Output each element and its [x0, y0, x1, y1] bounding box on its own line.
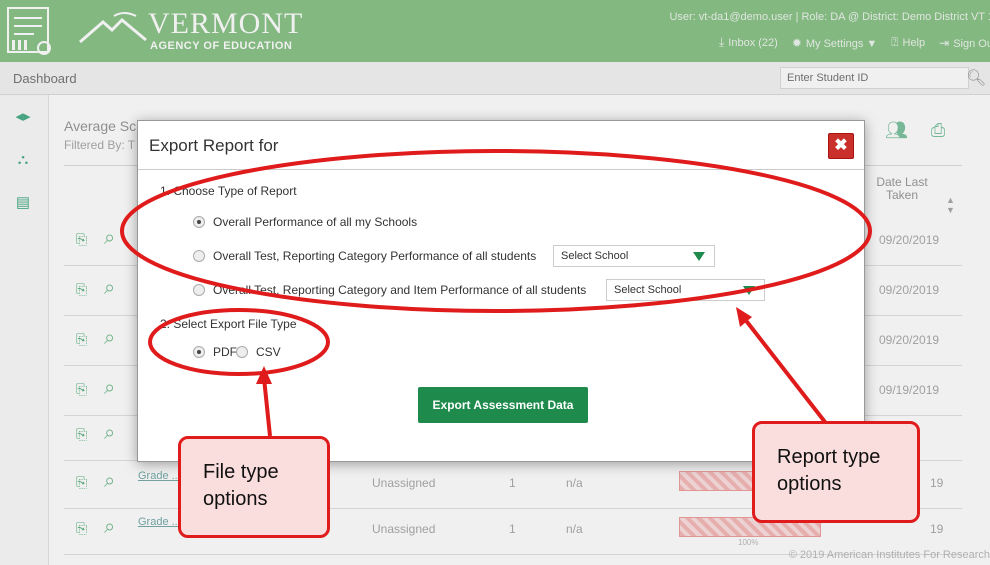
- step2-label: 2. Select Export File Type: [160, 317, 297, 331]
- dropdown-arrow-icon: [693, 252, 705, 261]
- report-type-callout: Report type options: [752, 421, 920, 523]
- export-assessment-data-button[interactable]: Export Assessment Data: [418, 387, 588, 423]
- report-option-overall[interactable]: Overall Performance of all my Schools: [193, 215, 417, 229]
- file-type-csv[interactable]: CSV: [236, 345, 281, 359]
- step1-label: 1. Choose Type of Report: [160, 184, 297, 198]
- radio-button[interactable]: [236, 346, 248, 358]
- radio-button[interactable]: [193, 284, 205, 296]
- dialog-header: Export Report for ✖: [138, 121, 864, 170]
- dialog-title: Export Report for: [149, 136, 279, 155]
- school-select-category[interactable]: Select School: [553, 245, 715, 267]
- file-type-callout: File type options: [178, 436, 330, 538]
- export-report-dialog: Export Report for ✖ 1. Choose Type of Re…: [137, 120, 865, 462]
- report-option-item[interactable]: Overall Test, Reporting Category and Ite…: [193, 283, 586, 297]
- dropdown-arrow-icon: [743, 286, 755, 295]
- radio-button[interactable]: [193, 216, 205, 228]
- close-button[interactable]: ✖: [828, 133, 854, 159]
- school-select-item[interactable]: Select School: [606, 279, 765, 301]
- radio-button[interactable]: [193, 346, 205, 358]
- radio-button[interactable]: [193, 250, 205, 262]
- file-type-pdf[interactable]: PDF: [193, 345, 237, 359]
- report-option-category[interactable]: Overall Test, Reporting Category Perform…: [193, 249, 536, 263]
